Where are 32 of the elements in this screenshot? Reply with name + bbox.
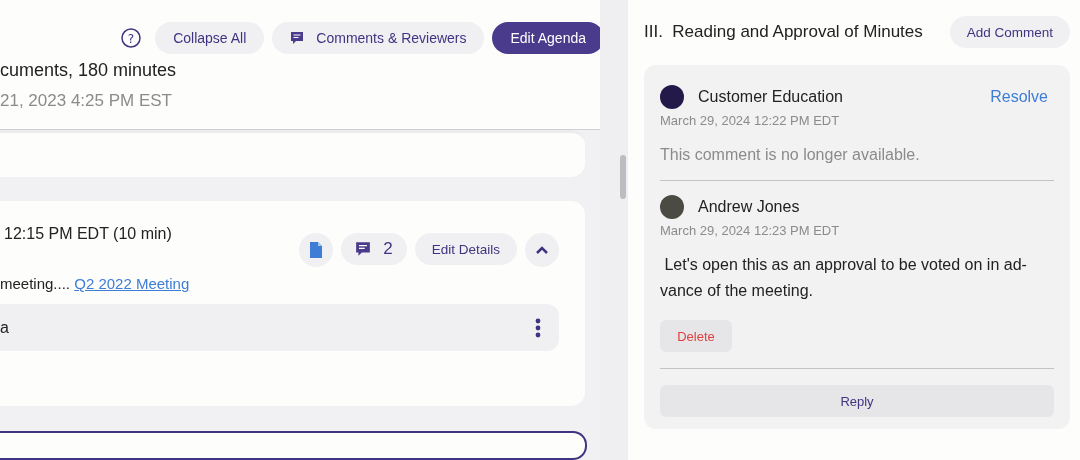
reply-button[interactable]: Reply xyxy=(660,385,1054,417)
comment-text: Let's open this as an approval to be voted on in ad-vance of the meeting. xyxy=(660,255,1028,301)
resolve-link[interactable]: Resolve xyxy=(990,88,1048,106)
comment-time: March 29, 2024 12:23 PM EDT xyxy=(660,223,841,238)
comment-icon xyxy=(290,31,305,45)
chevron-icon xyxy=(536,246,548,254)
meeting-date: 21, 2023 4:25 PM EST xyxy=(0,91,173,111)
attachment-name: a xyxy=(0,318,9,337)
comment-author: Customer Education xyxy=(698,88,844,106)
scrollbar-thumb[interactable] xyxy=(620,155,626,199)
attachment-row[interactable]: a xyxy=(0,304,559,351)
document-icon xyxy=(310,242,323,258)
item-time: 12:15 PM EDT (10 min) xyxy=(3,225,172,244)
comment-time: March 29, 2024 12:22 PM EDT xyxy=(660,113,841,128)
panel-title: III. Reading and Approval of Minutes xyxy=(644,22,923,42)
comments-count-button[interactable]: 2 xyxy=(341,233,407,265)
item-description: meeting.... xyxy=(0,275,71,292)
comment-icon xyxy=(355,241,372,257)
edit-details-button[interactable]: Edit Details xyxy=(414,233,517,265)
logo-avatar xyxy=(660,85,684,109)
avatar-icon xyxy=(660,195,684,219)
comment-text: This comment is no longer available. xyxy=(660,145,921,165)
add-comment-button[interactable]: Add Comment xyxy=(949,16,1070,48)
collapse-toggle[interactable] xyxy=(525,233,559,267)
help-icon[interactable]: ? xyxy=(121,28,142,48)
more-icon[interactable] xyxy=(535,317,541,338)
comment-author: Andrew Jones xyxy=(698,198,801,216)
comments-reviewers-button[interactable]: Comments & Reviewers xyxy=(272,22,485,54)
meeting-summary: cuments, 180 minutes xyxy=(0,60,178,81)
document-button[interactable] xyxy=(299,233,334,267)
meeting-link[interactable]: Q2 2022 Meeting xyxy=(74,275,190,292)
collapse-all-button[interactable]: Collapse All xyxy=(155,22,265,54)
